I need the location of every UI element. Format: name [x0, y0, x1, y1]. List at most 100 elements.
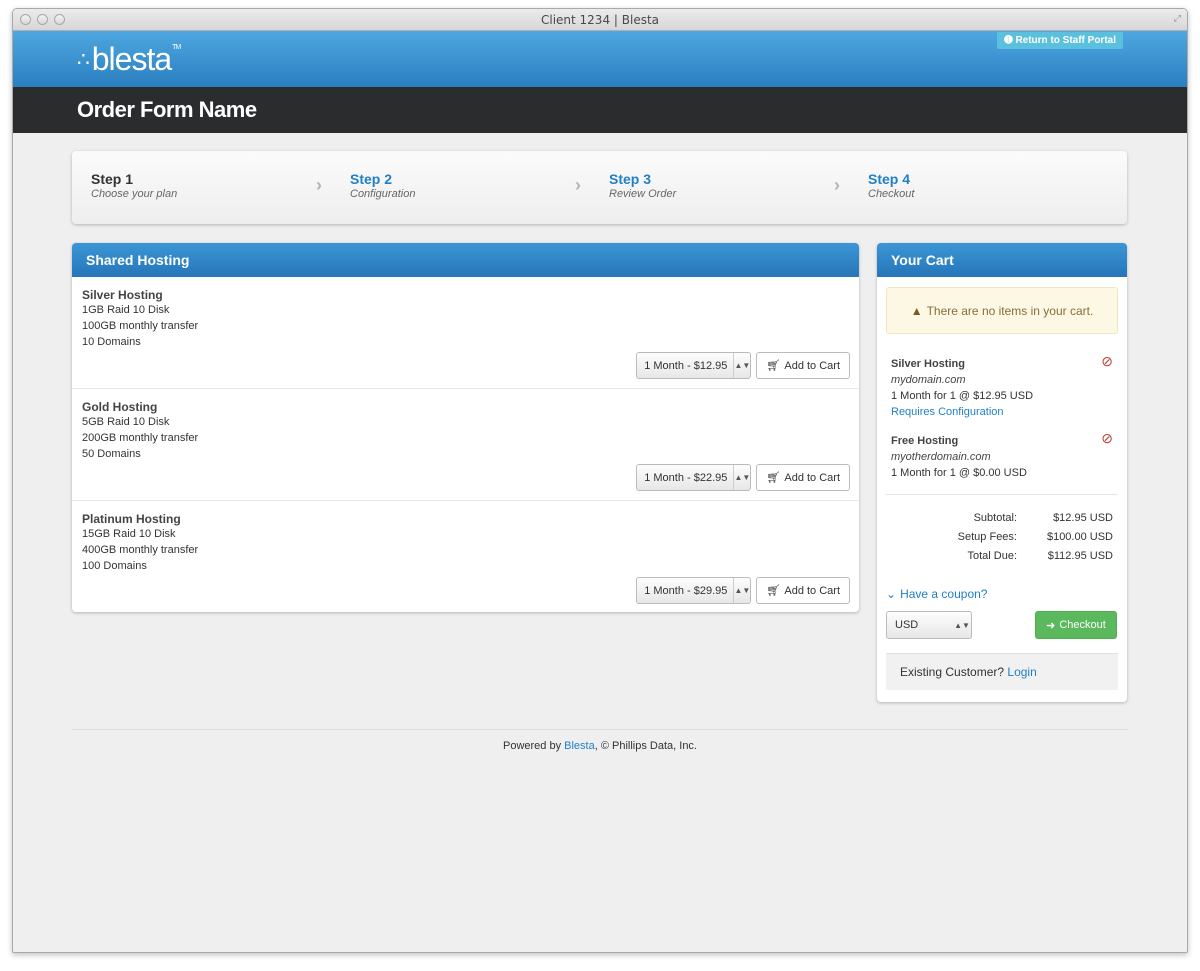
cart-item-name: Free Hosting [891, 435, 959, 447]
footer-prefix: Powered by [503, 740, 562, 752]
cart-item: Free Hosting myotherdomain.com 1 Month f… [891, 430, 1113, 481]
chevron-down-icon: ⌄ [886, 587, 897, 601]
step-title: Step 2 [350, 171, 393, 187]
shared-hosting-panel: Shared Hosting Silver Hosting 1GB Raid 1… [72, 243, 859, 612]
step-title: Step 3 [609, 171, 652, 187]
logo-mark-icon: ∴ [77, 49, 90, 71]
step-2[interactable]: › Step 2 Configuration [316, 171, 609, 224]
plan-feature: 200GB monthly transfer [82, 432, 199, 444]
plan-actions: 1 Month - $12.95 ▲▼ 🛒︎ Add to Cart [636, 352, 850, 379]
remove-icon[interactable]: ⊘ [1101, 353, 1113, 369]
remove-icon[interactable]: ⊘ [1101, 430, 1113, 446]
step-subtitle: Checkout [868, 188, 915, 200]
logo-trademark: TM [172, 44, 181, 51]
add-to-cart-label: Add to Cart [784, 471, 840, 484]
order-columns: Shared Hosting Silver Hosting 1GB Raid 1… [72, 243, 1127, 702]
cart-icon: 🛒︎ [766, 472, 781, 484]
requires-configuration-link[interactable]: Requires Configuration [891, 404, 1113, 420]
plan-actions: 1 Month - $22.95 ▲▼ 🛒︎ Add to Cart [636, 464, 850, 491]
step-title: Step 4 [868, 171, 911, 187]
blesta-logo[interactable]: ∴ blesta TM [77, 41, 181, 78]
add-to-cart-label: Add to Cart [784, 584, 840, 597]
window-title: Client 1234 | Blesta [540, 13, 660, 27]
cart-actions: USD ▲▼ ➜ Checkout [886, 611, 1117, 639]
logo-text: blesta [91, 41, 172, 77]
cart-item-detail: 1 Month for 1 @ $0.00 USD [891, 467, 1027, 479]
plan-feature: 10 Domains [82, 336, 141, 348]
cart-items: Silver Hosting mydomain.com 1 Month for … [877, 334, 1127, 481]
subtotal-label: Subtotal: [973, 512, 1017, 524]
cart-icon: 🛒︎ [766, 585, 781, 597]
add-to-cart-button[interactable]: 🛒︎ Add to Cart [756, 464, 850, 491]
cart-item-name: Silver Hosting [891, 358, 965, 370]
total-due-value: $112.95 USD [1047, 550, 1113, 562]
coupon-toggle[interactable]: ⌄ Have a coupon? [886, 587, 1127, 601]
plan-name: Platinum Hosting [82, 512, 181, 526]
checkout-label: Checkout [1059, 619, 1106, 631]
coupon-label: Have a coupon? [900, 587, 988, 601]
currency-value: USD [895, 619, 919, 631]
page-title: Order Form Name [77, 97, 257, 122]
cart-item-domain: mydomain.com [891, 374, 966, 386]
term-select[interactable]: 1 Month - $22.95 ▲▼ [636, 464, 752, 491]
cart-panel: Your Cart ▲ There are no items in your c… [877, 243, 1127, 702]
step-4[interactable]: › Step 4 Checkout [834, 171, 1127, 224]
total-due-label: Total Due: [967, 550, 1017, 562]
checkout-button[interactable]: ➜ Checkout [1035, 611, 1117, 639]
plan-gold: Gold Hosting 5GB Raid 10 Disk 200GB mont… [72, 389, 859, 501]
blesta-link[interactable]: Blesta [564, 740, 595, 752]
term-select[interactable]: 1 Month - $29.95 ▲▼ [636, 577, 752, 604]
select-arrows-icon: ▲▼ [733, 465, 750, 490]
select-arrows-icon: ▲▼ [733, 578, 750, 603]
empty-cart-alert: ▲ There are no items in your cart. [886, 287, 1118, 334]
site-header: ∴ blesta TM ➊ Return to Staff Portal [13, 31, 1187, 87]
setup-fees-value: $100.00 USD [1046, 531, 1113, 543]
plan-feature: 15GB Raid 10 Disk [82, 528, 176, 540]
cart-totals: Subtotal: $12.95 USD Setup Fees: $100.00… [886, 494, 1118, 566]
plan-feature: 400GB monthly transfer [82, 544, 199, 556]
page-title-bar: Order Form Name [13, 87, 1187, 133]
cart-item-detail: 1 Month for 1 @ $12.95 USD [891, 390, 1034, 402]
term-value: 1 Month - $22.95 [644, 471, 728, 484]
total-due-row: Total Due: $112.95 USD [886, 547, 1113, 566]
plan-feature: 5GB Raid 10 Disk [82, 416, 170, 428]
setup-fees-row: Setup Fees: $100.00 USD [886, 528, 1113, 547]
existing-customer: Existing Customer? Login [886, 653, 1118, 690]
plan-feature: 1GB Raid 10 Disk [82, 304, 170, 316]
term-value: 1 Month - $29.95 [644, 584, 728, 597]
plan-name: Silver Hosting [82, 288, 163, 302]
login-link[interactable]: Login [1007, 665, 1036, 679]
existing-customer-text: Existing Customer? [900, 665, 1005, 679]
add-to-cart-button[interactable]: 🛒︎ Add to Cart [756, 577, 850, 604]
footer-suffix: , © Phillips Data, Inc. [594, 740, 697, 752]
footer: Powered by Blesta, © Phillips Data, Inc. [72, 729, 1128, 752]
term-select[interactable]: 1 Month - $12.95 ▲▼ [636, 352, 752, 379]
info-icon: ➊ [1004, 35, 1013, 46]
step-title: Step 1 [91, 171, 134, 187]
plan-name: Gold Hosting [82, 400, 158, 414]
warning-icon: ▲ [910, 303, 923, 318]
chevron-right-icon: › [316, 175, 322, 195]
staff-portal-label: Return to Staff Portal [1015, 35, 1116, 46]
plan-actions: 1 Month - $29.95 ▲▼ 🛒︎ Add to Cart [636, 577, 850, 604]
term-value: 1 Month - $12.95 [644, 359, 728, 372]
cart-item: Silver Hosting mydomain.com 1 Month for … [891, 353, 1113, 420]
select-arrows-icon: ▲▼ [733, 353, 750, 378]
plan-feature: 100 Domains [82, 560, 147, 572]
add-to-cart-button[interactable]: 🛒︎ Add to Cart [756, 352, 850, 379]
fullscreen-icon[interactable]: ⤢ [1174, 13, 1181, 24]
currency-select[interactable]: USD ▲▼ [886, 611, 972, 639]
subtotal-row: Subtotal: $12.95 USD [886, 509, 1113, 528]
setup-fees-label: Setup Fees: [957, 531, 1017, 543]
cart-title: Your Cart [877, 243, 1127, 277]
return-to-staff-portal-button[interactable]: ➊ Return to Staff Portal [997, 32, 1123, 49]
subtotal-value: $12.95 USD [1053, 512, 1113, 524]
plan-platinum: Platinum Hosting 15GB Raid 10 Disk 400GB… [72, 501, 859, 612]
arrow-circle-icon: ➜ [1046, 619, 1056, 632]
cart-icon: 🛒︎ [766, 360, 781, 372]
add-to-cart-label: Add to Cart [784, 359, 840, 372]
step-3[interactable]: › Step 3 Review Order [575, 171, 868, 224]
step-subtitle: Review Order [609, 188, 677, 200]
plan-feature: 50 Domains [82, 448, 141, 460]
step-1: Step 1 Choose your plan [91, 171, 350, 224]
